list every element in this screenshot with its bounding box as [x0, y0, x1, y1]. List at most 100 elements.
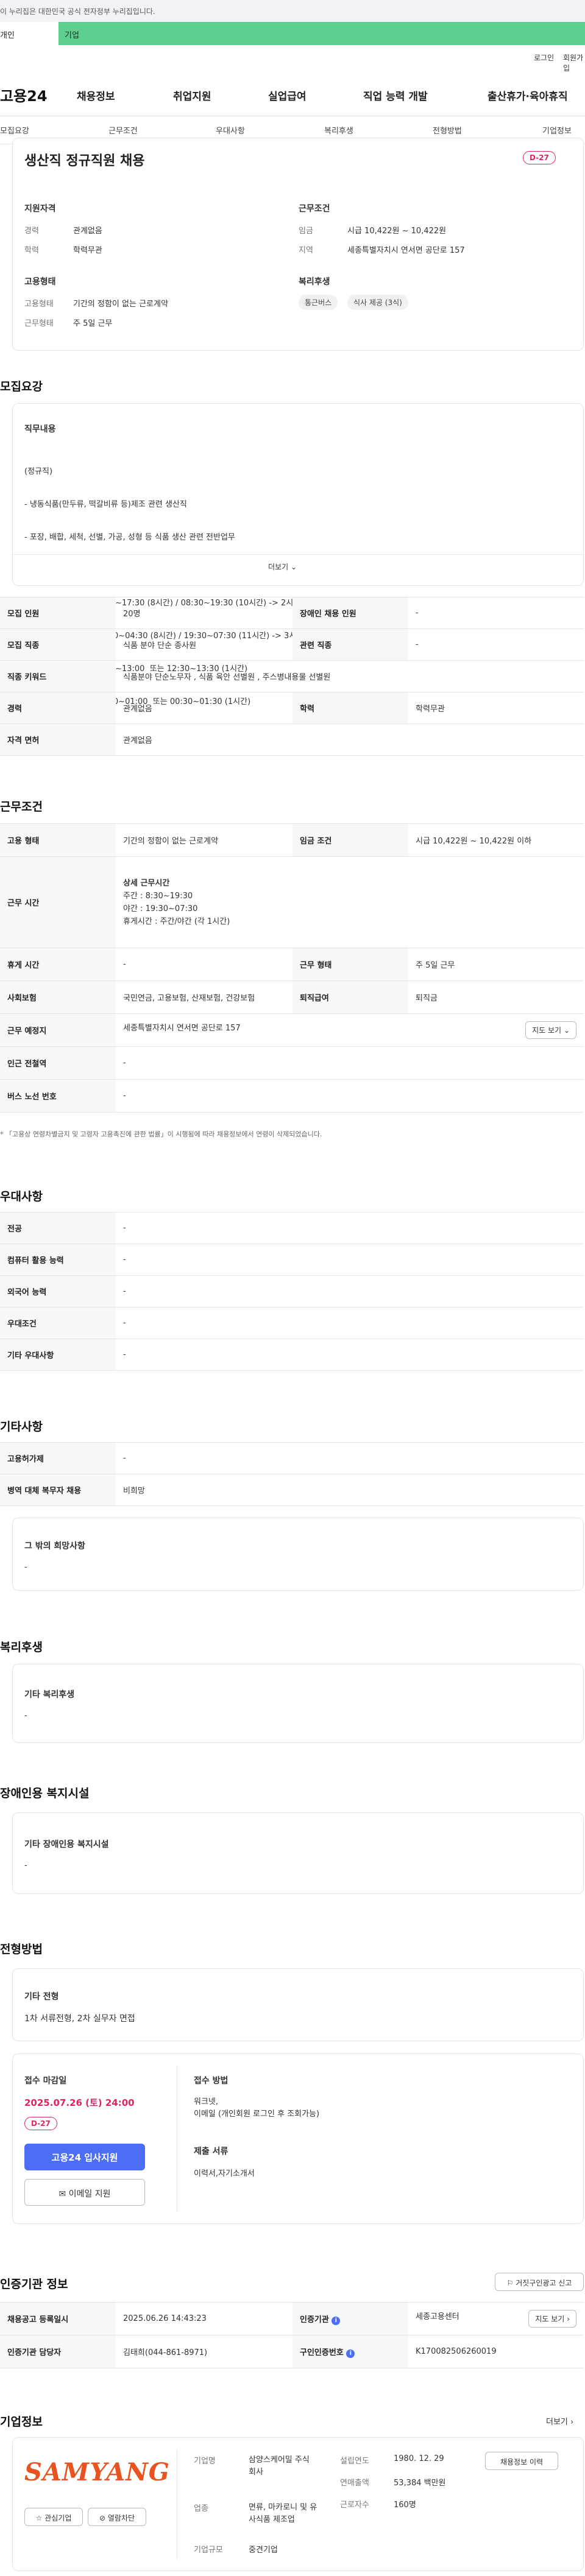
duty-line: - 포장, 배합, 세척, 선별, 가공, 성형 등 식품 생산 관련 전반업무: [24, 533, 235, 542]
region-value: 세종특별자치시 연서면 공단로 157: [347, 246, 465, 255]
company-name-label: 기업명: [194, 2457, 216, 2466]
tab-individual[interactable]: 개인: [0, 22, 58, 45]
conditions-title: 근무조건: [299, 204, 330, 214]
wage-value: 시급 10,422원 ~ 10,422원 이하: [408, 823, 584, 857]
gnb-item-unemployment-benefit[interactable]: 실업급여: [268, 88, 307, 103]
employment-title: 고용형태: [24, 277, 56, 287]
table-row: 휴게 시간 - 근무 형태 주 5일 근무: [0, 948, 584, 981]
more-label: 더보기: [268, 563, 289, 571]
chevron-down-icon: ⌄: [563, 1026, 570, 1035]
welfare-card: [12, 1664, 584, 1743]
table-row: 버스 노선 번호 -: [0, 1079, 584, 1113]
hope-value: -: [24, 1563, 27, 1572]
gnb-item-employment-support[interactable]: 취업지원: [173, 88, 211, 103]
worktype-value: 주 5일 근무: [408, 948, 584, 981]
company-more-link[interactable]: 더보기 ›: [546, 2415, 573, 2427]
report-button[interactable]: ⚐ 거짓구인광고 신고: [495, 2273, 584, 2291]
subnav-conditions[interactable]: 근무조건: [108, 124, 138, 136]
agency-table: 채용공고 등록일시 2025.06.26 14:43:23 인증기관 i 세종고…: [0, 2302, 584, 2368]
table-row: 고용허가제 -: [0, 1442, 584, 1474]
insurance-label: 사회보험: [0, 980, 116, 1014]
welfare-chip: 통근버스: [299, 295, 338, 310]
pref-label: 외국어 능력: [0, 1275, 116, 1307]
etc-value: -: [116, 1442, 584, 1474]
pref-value: -: [116, 1244, 584, 1276]
email-apply-label: 이메일 지원: [68, 2189, 111, 2199]
pref-label: 컴퓨터 활용 능력: [0, 1244, 116, 1276]
table-row: 채용공고 등록일시 2025.06.26 14:43:23 인증기관 i 세종고…: [0, 2302, 584, 2335]
gnb-item-vocational-training[interactable]: 직업 능력 개발: [363, 88, 428, 103]
section-title-agency: 인증기관 정보: [0, 2278, 68, 2291]
table-row: 병역 대체 복무자 채용 비희망: [0, 1474, 584, 1506]
cert-no-value: K170082506260019: [408, 2335, 584, 2368]
chevron-right-icon: ›: [570, 2418, 574, 2427]
section-title-selection: 전형방법: [0, 1943, 43, 1956]
job-history-button[interactable]: 채용정보 이력: [485, 2452, 558, 2470]
favorite-company-button[interactable]: ☆ 관심기업: [24, 2508, 83, 2526]
table-row: 우대조건 -: [0, 1307, 584, 1339]
subnav-welfare[interactable]: 복리후생: [324, 124, 353, 136]
info-icon[interactable]: i: [346, 2349, 355, 2358]
map-button[interactable]: 지도 보기 ⌄: [525, 1021, 576, 1039]
pref-value: -: [116, 1212, 584, 1244]
agency-name: 세종고용센터: [416, 2312, 459, 2321]
section-title-welfare: 복리후생: [0, 1641, 43, 1654]
subway-label: 인근 전철역: [0, 1046, 116, 1080]
worktype-label: 근무형태: [24, 319, 54, 328]
pref-value: -: [116, 1339, 584, 1371]
tab-business[interactable]: 기업: [58, 22, 585, 45]
info-icon[interactable]: i: [332, 2316, 341, 2325]
docs-value: 이력서,자기소개서: [194, 2169, 255, 2178]
gnb-item-jobs[interactable]: 채용정보: [77, 88, 115, 103]
education-value: 학력무관: [73, 246, 102, 255]
subnav-recruit[interactable]: 모집요강: [0, 124, 29, 136]
emptype-value: 기간의 정함이 없는 근로계약: [116, 823, 292, 857]
gnb-item-parental-leave[interactable]: 출산휴가·육아휴직: [488, 88, 568, 103]
license-label: 자격 면허: [0, 723, 116, 756]
job-title: 생산직 정규직원 채용: [24, 153, 145, 169]
subnav-preference[interactable]: 우대사항: [216, 124, 245, 136]
emptype-value: 기간의 정함이 없는 근로계약: [73, 300, 168, 309]
industry-label: 업종: [194, 2504, 208, 2513]
chevron-right-icon: ›: [567, 2315, 570, 2323]
email-apply-button[interactable]: ✉ 이메일 지원: [24, 2179, 145, 2206]
headcount-label: 모집 인원: [0, 597, 116, 629]
job-label: 모집 직종: [0, 628, 116, 661]
block-button[interactable]: ⊘ 열람차단: [88, 2508, 146, 2526]
login-link[interactable]: 로그인: [534, 52, 554, 63]
break-label: 휴게 시간: [0, 948, 116, 981]
emptype-label: 고용형태: [24, 300, 54, 309]
workplace-label: 근무 예정지: [0, 1013, 116, 1047]
table-row: 외국어 능력 -: [0, 1275, 584, 1307]
star-icon: ☆: [35, 2514, 43, 2522]
signup-link[interactable]: 회원가입: [563, 52, 585, 73]
subnav-company[interactable]: 기업정보: [542, 124, 572, 136]
more-button[interactable]: 더보기 ⌄: [268, 561, 297, 572]
welfare-chip: 식사 제공 (3식): [347, 295, 408, 310]
dday-badge: D-27: [24, 2117, 57, 2130]
pref-label: 기타 우대사항: [0, 1339, 116, 1371]
selection-box-title: 기타 전형: [24, 1992, 59, 2002]
selection-card: [12, 1968, 584, 2041]
hours-line: 주간 : 8:30~19:30: [123, 891, 193, 901]
conditions-table: 고용 형태 기간의 정함이 없는 근로계약 임금 조건 시급 10,422원 ~…: [0, 823, 584, 1113]
table-row: 경력 관계없음 학력 학력무관: [0, 692, 584, 724]
table-row: 인증기관 담당자 김태희(044-861-8971) 구인인증번호 i K170…: [0, 2335, 584, 2368]
hours-title: 상세 근무시간: [123, 878, 170, 888]
pref-value: -: [116, 1307, 584, 1339]
subnav-selection[interactable]: 전형방법: [433, 124, 462, 136]
site-logo[interactable]: 고용24: [0, 84, 48, 105]
disabled-label: 장애인 채용 인원: [292, 597, 408, 629]
staff-value: 김태희(044-861-8971): [116, 2335, 292, 2368]
agency-value: 세종고용센터 지도 보기 ›: [408, 2302, 584, 2335]
map-button[interactable]: 지도 보기 ›: [528, 2310, 576, 2328]
table-row: 모집 인원 20명 장애인 채용 인원 -: [0, 597, 584, 629]
dday-badge: D-27: [523, 151, 556, 164]
table-row: 컴퓨터 활용 능력 -: [0, 1244, 584, 1276]
duty-line: - 냉동식품(만두류, 떡갈비류 등)제조 관련 생산직: [24, 500, 187, 509]
table-row: 고용 형태 기간의 정함이 없는 근로계약 임금 조건 시급 10,422원 ~…: [0, 823, 584, 857]
workplace-address: 세종특별자치시 연서면 공단로 157: [123, 1024, 241, 1033]
apply-button[interactable]: 고용24 입사지원: [24, 2144, 145, 2170]
disabled-facilities-box-value: -: [24, 1861, 27, 1870]
job-value: 식품 분야 단순 종사원: [116, 628, 292, 661]
